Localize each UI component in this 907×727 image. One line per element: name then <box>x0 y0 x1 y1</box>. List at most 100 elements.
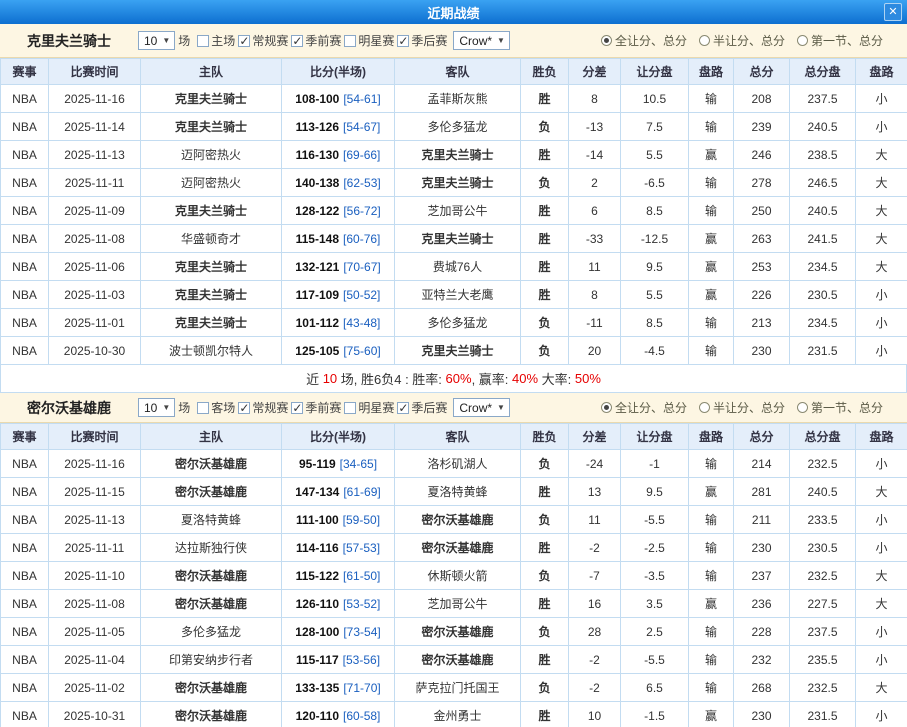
away-team-cell[interactable]: 金州勇士 <box>395 702 521 727</box>
handicap-line-cell: 8.5 <box>621 309 689 337</box>
away-team-cell[interactable]: 萨克拉门托国王 <box>395 674 521 702</box>
date-cell: 2025-11-08 <box>49 590 141 618</box>
column-header: 赛事 <box>1 424 49 450</box>
away-team-cell[interactable]: 多伦多猛龙 <box>395 309 521 337</box>
away-team-cell[interactable]: 克里夫兰骑士 <box>395 141 521 169</box>
checkbox-preseason[interactable]: 季前赛 <box>291 399 341 416</box>
full-score: 101-112 <box>296 316 339 330</box>
home-team-cell[interactable]: 克里夫兰骑士 <box>141 197 282 225</box>
checkbox-label: 常规赛 <box>252 32 288 49</box>
radio-half-handicap-total[interactable]: 半让分、总分 <box>699 32 785 49</box>
handicap-line-cell: 5.5 <box>621 281 689 309</box>
away-team-cell[interactable]: 夏洛特黄蜂 <box>395 478 521 506</box>
result-cell: 胜 <box>521 478 569 506</box>
checkbox-allstar[interactable]: 明星赛 <box>344 32 394 49</box>
away-team-cell[interactable]: 孟菲斯灰熊 <box>395 85 521 113</box>
home-team-cell[interactable]: 迈阿密热火 <box>141 141 282 169</box>
checkbox-icon <box>291 402 303 414</box>
handicap-line-cell: -2.5 <box>621 534 689 562</box>
home-team-cell[interactable]: 克里夫兰骑士 <box>141 253 282 281</box>
home-team-cell[interactable]: 多伦多猛龙 <box>141 618 282 646</box>
league-cell: NBA <box>1 309 49 337</box>
table-row: NBA2025-11-06克里夫兰骑士132-121[70-67]费城76人胜1… <box>1 253 907 281</box>
home-team-cell[interactable]: 密尔沃基雄鹿 <box>141 702 282 727</box>
date-cell: 2025-11-08 <box>49 225 141 253</box>
radio-half-handicap-total[interactable]: 半让分、总分 <box>699 399 785 416</box>
date-cell: 2025-11-10 <box>49 562 141 590</box>
checkbox-regular-season[interactable]: 常规赛 <box>238 32 288 49</box>
odds-source-select[interactable]: Crow* ▼ <box>453 31 510 50</box>
bucks-section: 密尔沃基雄鹿 10 ▼ 场 客场 常规赛 季前赛 明星赛 <box>0 393 907 727</box>
point-diff-cell: 10 <box>569 702 621 727</box>
home-team-cell[interactable]: 华盛顿奇才 <box>141 225 282 253</box>
table-row: NBA2025-11-11迈阿密热火140-138[62-53]克里夫兰骑士负2… <box>1 169 907 197</box>
away-team-cell[interactable]: 费城76人 <box>395 253 521 281</box>
away-team-cell[interactable]: 芝加哥公牛 <box>395 197 521 225</box>
league-cell: NBA <box>1 197 49 225</box>
home-team-cell[interactable]: 波士顿凯尔特人 <box>141 337 282 365</box>
games-count-select[interactable]: 10 ▼ <box>138 398 175 417</box>
away-team-cell[interactable]: 芝加哥公牛 <box>395 590 521 618</box>
checkbox-allstar[interactable]: 明星赛 <box>344 399 394 416</box>
home-team-cell[interactable]: 印第安纳步行者 <box>141 646 282 674</box>
checkbox-label: 明星赛 <box>358 32 394 49</box>
home-team-cell[interactable]: 克里夫兰骑士 <box>141 281 282 309</box>
bucks-results-table: 赛事比赛时间主队比分(半场)客队胜负分差让分盘盘路总分总分盘盘路 NBA2025… <box>0 423 907 727</box>
full-score: 133-135 <box>295 681 339 695</box>
home-team-cell[interactable]: 密尔沃基雄鹿 <box>141 478 282 506</box>
away-team-cell[interactable]: 克里夫兰骑士 <box>395 169 521 197</box>
games-suffix-label: 场 <box>178 399 190 416</box>
away-team-cell[interactable]: 克里夫兰骑士 <box>395 225 521 253</box>
home-team-cell[interactable]: 密尔沃基雄鹿 <box>141 562 282 590</box>
home-team-cell[interactable]: 密尔沃基雄鹿 <box>141 590 282 618</box>
handicap-line-cell: -5.5 <box>621 646 689 674</box>
checkbox-playoffs[interactable]: 季后赛 <box>397 399 447 416</box>
home-team-cell[interactable]: 迈阿密热火 <box>141 169 282 197</box>
checkbox-playoffs[interactable]: 季后赛 <box>397 32 447 49</box>
away-team-cell[interactable]: 洛杉矶湖人 <box>395 450 521 478</box>
half-score: [61-50] <box>343 569 380 583</box>
radio-first-quarter-total[interactable]: 第一节、总分 <box>797 399 883 416</box>
radio-first-quarter-total[interactable]: 第一节、总分 <box>797 32 883 49</box>
home-team-cell[interactable]: 达拉斯独行侠 <box>141 534 282 562</box>
league-cell: NBA <box>1 562 49 590</box>
home-team-cell[interactable]: 克里夫兰骑士 <box>141 85 282 113</box>
handicap-line-cell: 7.5 <box>621 113 689 141</box>
away-team-cell[interactable]: 多伦多猛龙 <box>395 113 521 141</box>
home-team-cell[interactable]: 克里夫兰骑士 <box>141 113 282 141</box>
full-score: 128-100 <box>295 625 339 639</box>
home-team-cell[interactable]: 密尔沃基雄鹿 <box>141 450 282 478</box>
column-header: 客队 <box>395 424 521 450</box>
home-team-cell[interactable]: 克里夫兰骑士 <box>141 309 282 337</box>
away-team-cell[interactable]: 密尔沃基雄鹿 <box>395 534 521 562</box>
total-line-cell: 235.5 <box>790 646 856 674</box>
table-row: NBA2025-11-10密尔沃基雄鹿115-122[61-50]休斯顿火箭负-… <box>1 562 907 590</box>
checkbox-away-games[interactable]: 客场 <box>197 399 235 416</box>
away-team-cell[interactable]: 克里夫兰骑士 <box>395 337 521 365</box>
away-team-cell[interactable]: 亚特兰大老鹰 <box>395 281 521 309</box>
column-header: 比分(半场) <box>282 59 395 85</box>
radio-full-handicap-total[interactable]: 全让分、总分 <box>601 399 687 416</box>
odds-source-value: Crow* <box>459 401 492 415</box>
checkbox-home-games[interactable]: 主场 <box>197 32 235 49</box>
score-cell: 125-105[75-60] <box>282 337 395 365</box>
date-cell: 2025-11-04 <box>49 646 141 674</box>
league-cell: NBA <box>1 281 49 309</box>
away-team-cell[interactable]: 休斯顿火箭 <box>395 562 521 590</box>
away-team-cell[interactable]: 密尔沃基雄鹿 <box>395 506 521 534</box>
odds-source-select[interactable]: Crow* ▼ <box>453 398 510 417</box>
column-header: 让分盘 <box>621 424 689 450</box>
handicap-line-cell: 5.5 <box>621 141 689 169</box>
away-team-cell[interactable]: 密尔沃基雄鹿 <box>395 618 521 646</box>
away-team-cell[interactable]: 密尔沃基雄鹿 <box>395 646 521 674</box>
over-under-cell: 小 <box>856 337 907 365</box>
checkbox-regular-season[interactable]: 常规赛 <box>238 399 288 416</box>
checkbox-preseason[interactable]: 季前赛 <box>291 32 341 49</box>
full-score: 132-121 <box>295 260 339 274</box>
home-team-cell[interactable]: 夏洛特黄蜂 <box>141 506 282 534</box>
half-score: [60-76] <box>343 232 380 246</box>
games-count-select[interactable]: 10 ▼ <box>138 31 175 50</box>
home-team-cell[interactable]: 密尔沃基雄鹿 <box>141 674 282 702</box>
close-icon[interactable]: ✕ <box>884 3 902 21</box>
radio-full-handicap-total[interactable]: 全让分、总分 <box>601 32 687 49</box>
